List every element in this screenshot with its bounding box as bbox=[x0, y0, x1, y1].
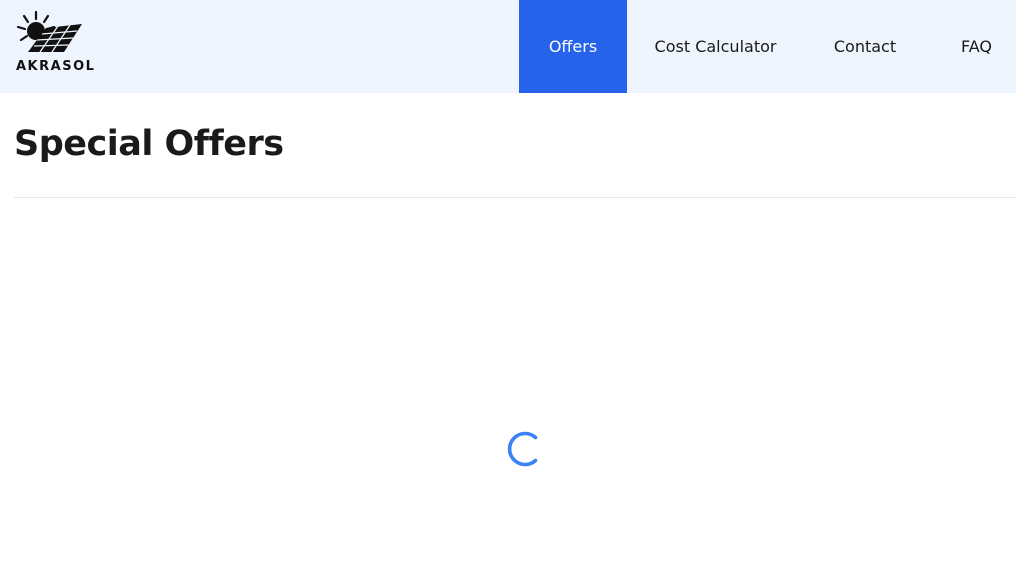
site-header: AKRASOL Offers Cost Calculator Contact F… bbox=[0, 0, 1016, 93]
nav-item-contact[interactable]: Contact bbox=[804, 0, 926, 93]
page-title: Special Offers bbox=[14, 124, 284, 164]
spinner-icon bbox=[505, 430, 543, 468]
main-nav: Offers Cost Calculator Contact FAQ bbox=[519, 0, 1016, 93]
brand-name: AKRASOL bbox=[16, 59, 96, 74]
title-divider bbox=[14, 197, 1016, 198]
brand-logo[interactable]: AKRASOL bbox=[14, 10, 98, 76]
nav-item-offers[interactable]: Offers bbox=[519, 0, 627, 93]
nav-item-cost-calculator[interactable]: Cost Calculator bbox=[627, 0, 804, 93]
solar-panel-logo-icon bbox=[16, 10, 82, 53]
nav-item-faq[interactable]: FAQ bbox=[926, 0, 1016, 93]
